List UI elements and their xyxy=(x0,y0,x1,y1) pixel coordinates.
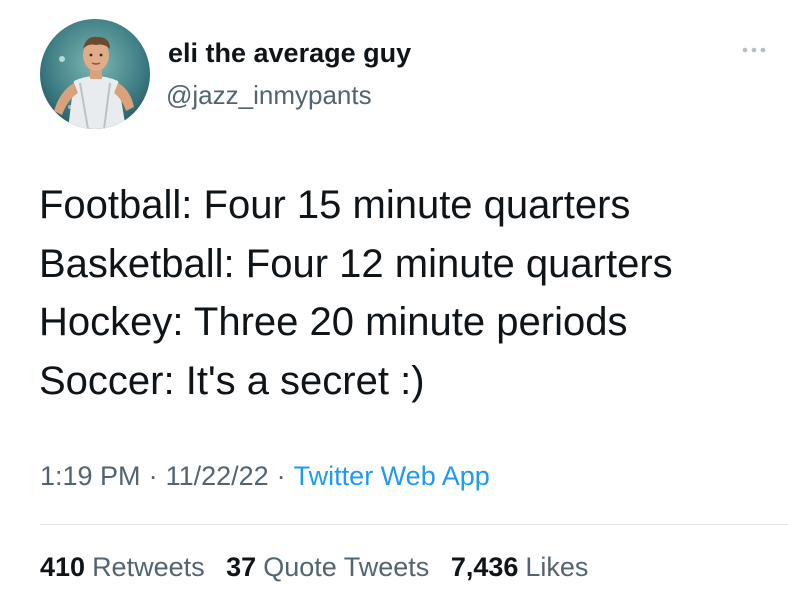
tweet-metadata: 1:19 PM · 11/22/22 · Twitter Web App xyxy=(40,458,490,494)
tweet-line: Hockey: Three 20 minute periods xyxy=(39,300,628,344)
tweet-line: Football: Four 15 minute quarters xyxy=(39,183,631,227)
retweets-label: Retweets xyxy=(92,552,205,582)
user-handle[interactable]: @jazz_inmypants xyxy=(166,79,372,111)
meta-separator: · xyxy=(148,461,158,491)
likes-count: 7,436 xyxy=(450,552,519,582)
more-icon xyxy=(742,47,766,53)
quote-tweets-count: 37 xyxy=(226,552,257,582)
meta-separator: · xyxy=(276,461,286,491)
likes-stat[interactable]: 7,436 Likes xyxy=(451,549,589,585)
quote-tweets-label: Quote Tweets xyxy=(263,552,430,582)
quote-tweets-stat[interactable]: 37 Quote Tweets xyxy=(226,549,429,585)
avatar[interactable] xyxy=(40,19,150,129)
engagement-stats: 410 Retweets 37 Quote Tweets 7,436 Likes xyxy=(40,549,602,585)
retweets-stat[interactable]: 410 Retweets xyxy=(40,549,205,585)
tweet-date[interactable]: 11/22/22 xyxy=(166,461,269,491)
tweet-line: Basketball: Four 12 minute quarters xyxy=(39,241,673,286)
tweet-source-link[interactable]: Twitter Web App xyxy=(294,461,490,491)
tweet-card: eli the average guy @jazz_inmypants Foot… xyxy=(0,0,788,608)
retweets-count: 410 xyxy=(40,552,86,582)
divider xyxy=(40,524,788,525)
tweet-line: Soccer: It's a secret :) xyxy=(39,358,425,403)
likes-label: Likes xyxy=(525,552,589,582)
user-avatar-icon xyxy=(40,19,150,129)
tweet-time[interactable]: 1:19 PM xyxy=(40,461,141,491)
more-options-button[interactable] xyxy=(736,40,772,60)
tweet-text: Football: Four 15 minute quarters Basket… xyxy=(39,176,779,410)
display-name[interactable]: eli the average guy xyxy=(168,36,411,70)
